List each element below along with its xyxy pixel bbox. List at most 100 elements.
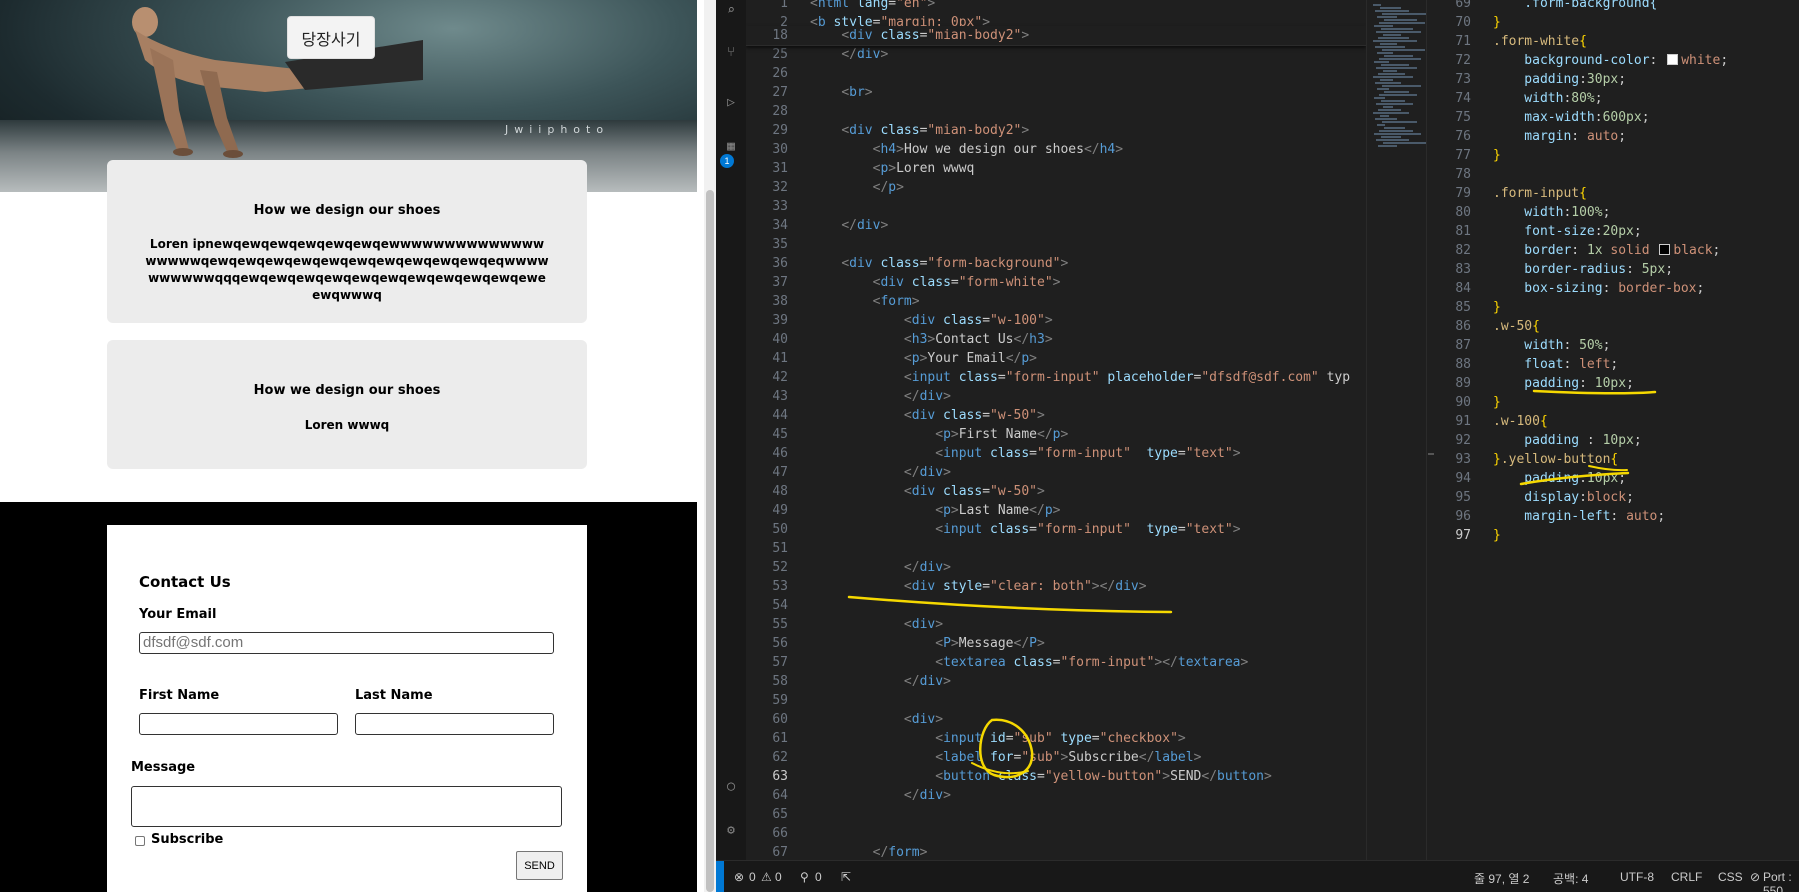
code-line[interactable]: 67 </form>: [746, 843, 1366, 860]
code-line[interactable]: 33: [746, 197, 1366, 216]
end-of-line[interactable]: CRLF: [1671, 870, 1702, 884]
settings-gear-icon[interactable]: ⚙: [724, 824, 738, 838]
subscribe-label[interactable]: Subscribe: [151, 832, 223, 847]
warnings-icon[interactable]: ⚠: [761, 870, 772, 884]
code-line[interactable]: 55 <div>: [746, 615, 1366, 634]
message-textarea[interactable]: [131, 786, 562, 827]
remote-indicator[interactable]: [716, 861, 724, 892]
code-line[interactable]: 60 <div>: [746, 710, 1366, 729]
code-line[interactable]: 66: [746, 824, 1366, 843]
css-code-line[interactable]: 84 box-sizing: border-box;: [1434, 279, 1799, 298]
code-line[interactable]: 36 <div class="form-background">: [746, 254, 1366, 273]
css-code-line[interactable]: 77}: [1434, 146, 1799, 165]
code-line[interactable]: 37 <div class="form-white">: [746, 273, 1366, 292]
html-editor[interactable]: 1 <html lang="en"> 2 <b style="margin: 0px"…: [746, 0, 1366, 860]
code-line[interactable]: 61 <input id="sub" type="checkbox">: [746, 729, 1366, 748]
css-code-line[interactable]: 80 width:100%;: [1434, 203, 1799, 222]
code-line[interactable]: 53 <div style="clear: both"></div>: [746, 577, 1366, 596]
sticky-scroll-header[interactable]: 18 <div class="mian-body2">: [746, 26, 1366, 46]
code-line[interactable]: 64 </div>: [746, 786, 1366, 805]
css-code-line[interactable]: 81 font-size:20px;: [1434, 222, 1799, 241]
source-control-icon[interactable]: ⑂: [724, 46, 738, 60]
code-line[interactable]: 34 </div>: [746, 216, 1366, 235]
css-code-line[interactable]: 73 padding:30px;: [1434, 70, 1799, 89]
encoding[interactable]: UTF-8: [1620, 870, 1654, 884]
code-line[interactable]: 56 <P>Message</P>: [746, 634, 1366, 653]
code-line[interactable]: 38 <form>: [746, 292, 1366, 311]
first-name-input[interactable]: [139, 713, 338, 735]
code-line[interactable]: 52 </div>: [746, 558, 1366, 577]
code-line[interactable]: 35: [746, 235, 1366, 254]
css-code-line[interactable]: 97}: [1434, 526, 1799, 545]
code-line[interactable]: 62 <label for="sub">Subscribe</label>: [746, 748, 1366, 767]
code-line[interactable]: 47 </div>: [746, 463, 1366, 482]
subscribe-checkbox[interactable]: [135, 836, 145, 846]
code-line[interactable]: 57 <textarea class="form-input"></textar…: [746, 653, 1366, 672]
language-mode[interactable]: CSS: [1718, 870, 1743, 884]
last-name-input[interactable]: [355, 713, 554, 735]
code-line[interactable]: 41 <p>Your Email</p>: [746, 349, 1366, 368]
css-code-line[interactable]: 95 display:block;: [1434, 488, 1799, 507]
port-icon[interactable]: ⊘: [1750, 870, 1760, 884]
code-line[interactable]: 45 <p>First Name</p>: [746, 425, 1366, 444]
css-code-line[interactable]: 87 width: 50%;: [1434, 336, 1799, 355]
code-line[interactable]: 58 </div>: [746, 672, 1366, 691]
search-icon[interactable]: ⌕: [724, 4, 738, 18]
ports-count[interactable]: 0: [815, 870, 822, 884]
send-button[interactable]: SEND: [516, 851, 563, 880]
run-debug-icon[interactable]: ▷: [724, 96, 738, 110]
code-line[interactable]: 28: [746, 102, 1366, 121]
code-line[interactable]: 48 <div class="w-50">: [746, 482, 1366, 501]
css-code-line[interactable]: 92 padding : 10px;: [1434, 431, 1799, 450]
warnings-count[interactable]: 0: [775, 870, 782, 884]
code-line[interactable]: 39 <div class="w-100">: [746, 311, 1366, 330]
code-line[interactable]: 49 <p>Last Name</p>: [746, 501, 1366, 520]
errors-count[interactable]: 0: [749, 870, 756, 884]
css-code-line[interactable]: 76 margin: auto;: [1434, 127, 1799, 146]
editor-split-divider[interactable]: [1426, 0, 1440, 860]
code-line[interactable]: 42 <input class="form-input" placeholder…: [746, 368, 1366, 387]
code-line[interactable]: 54: [746, 596, 1366, 615]
css-code-line[interactable]: 74 width:80%;: [1434, 89, 1799, 108]
css-code-line[interactable]: 79 .form-input{: [1434, 184, 1799, 203]
indentation[interactable]: 공백: 4: [1553, 870, 1588, 887]
css-code-line[interactable]: 94 padding:10px;: [1434, 469, 1799, 488]
code-line[interactable]: 30 <h4>How we design our shoes</h4>: [746, 140, 1366, 159]
code-line[interactable]: 65: [746, 805, 1366, 824]
css-code-line[interactable]: 89 padding: 10px;: [1434, 374, 1799, 393]
code-line[interactable]: 25 </div>: [746, 45, 1366, 64]
css-code-line[interactable]: 71 .form-white{: [1434, 32, 1799, 51]
css-code-line[interactable]: 70}: [1434, 13, 1799, 32]
buy-now-button[interactable]: 당장사기: [287, 16, 375, 59]
css-code-line[interactable]: 69 .form-background{: [1434, 0, 1799, 13]
email-input[interactable]: dfsdf@sdf.com: [139, 632, 554, 654]
css-code-line[interactable]: 90}: [1434, 393, 1799, 412]
code-line[interactable]: 46 <input class="form-input" type="text"…: [746, 444, 1366, 463]
code-line[interactable]: 40 <h3>Contact Us</h3>: [746, 330, 1366, 349]
code-line[interactable]: 44 <div class="w-50">: [746, 406, 1366, 425]
css-code-line[interactable]: 93}.yellow-button{: [1434, 450, 1799, 469]
code-line[interactable]: 59: [746, 691, 1366, 710]
code-line[interactable]: 1 <html lang="en">: [746, 0, 1366, 13]
live-share-icon[interactable]: ⇱: [841, 870, 851, 884]
code-line[interactable]: 50 <input class="form-input" type="text"…: [746, 520, 1366, 539]
code-line[interactable]: 43 </div>: [746, 387, 1366, 406]
cursor-position[interactable]: 줄 97, 열 2: [1474, 870, 1529, 887]
code-line[interactable]: 27 <br>: [746, 83, 1366, 102]
css-code-line[interactable]: 83 border-radius: 5px;: [1434, 260, 1799, 279]
extensions-icon[interactable]: ▦: [724, 140, 738, 154]
code-line[interactable]: 51: [746, 539, 1366, 558]
css-code-line[interactable]: 96 margin-left: auto;: [1434, 507, 1799, 526]
live-server-port[interactable]: Port : 550: [1763, 870, 1799, 892]
css-editor[interactable]: 69 .form-background{70} 71 .form-white{72 …: [1434, 0, 1799, 860]
css-code-line[interactable]: 78: [1434, 165, 1799, 184]
code-line[interactable]: 32 </p>: [746, 178, 1366, 197]
css-code-line[interactable]: 72 background-color: white;: [1434, 51, 1799, 70]
account-icon[interactable]: ◯: [724, 780, 738, 794]
css-code-line[interactable]: 88 float: left;: [1434, 355, 1799, 374]
code-line[interactable]: 63 <button class="yellow-button">SEND</b…: [746, 767, 1366, 786]
css-code-line[interactable]: 75 max-width:600px;: [1434, 108, 1799, 127]
code-line[interactable]: 31 <p>Loren wwwq: [746, 159, 1366, 178]
code-line[interactable]: 26: [746, 64, 1366, 83]
errors-icon[interactable]: ⊗: [734, 870, 744, 884]
